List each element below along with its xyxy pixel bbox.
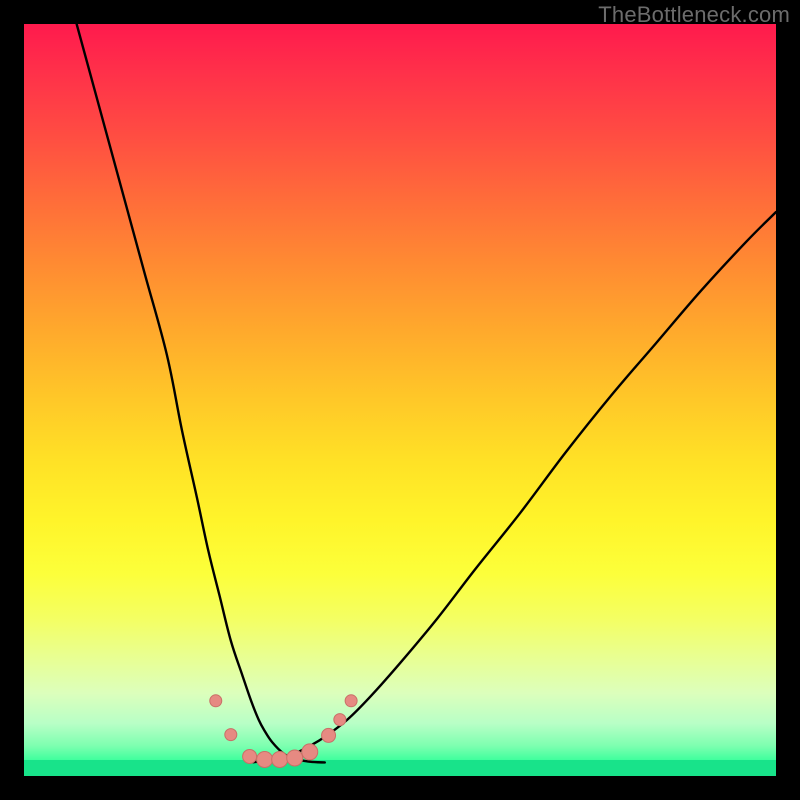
watermark-text: TheBottleneck.com — [598, 2, 790, 28]
curve-right-branch — [250, 212, 776, 762]
marker-2 — [243, 749, 257, 763]
marker-4 — [272, 751, 288, 767]
marker-8 — [334, 714, 346, 726]
marker-0 — [210, 695, 222, 707]
plot-area — [24, 24, 776, 776]
curve-layer — [24, 24, 776, 776]
marker-3 — [257, 751, 273, 767]
marker-9 — [345, 695, 357, 707]
marker-1 — [225, 729, 237, 741]
marker-6 — [302, 744, 318, 760]
marker-7 — [322, 728, 336, 742]
marker-5 — [287, 750, 303, 766]
curve-left-branch — [77, 24, 325, 762]
